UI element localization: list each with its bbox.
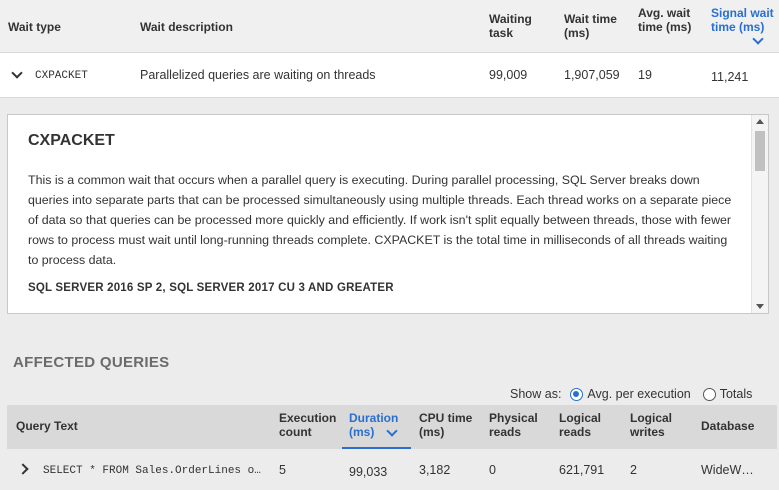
column-header-line: writes <box>630 425 665 439</box>
signal-wait-time-cell: 11,241 <box>711 70 749 84</box>
physical-reads-cell: 0 <box>489 463 496 477</box>
column-header-line: reads <box>489 425 522 439</box>
show-as-label: Show as: <box>510 387 562 401</box>
column-header-line: Logical <box>630 411 673 425</box>
option-label: Totals <box>719 387 753 401</box>
logical-writes-cell: 2 <box>630 463 637 477</box>
column-header-line: Execution <box>279 411 337 425</box>
column-header-database[interactable]: Database <box>701 419 754 433</box>
database-cell: WideW… <box>701 463 754 477</box>
column-header-physical-reads[interactable]: Physical reads <box>489 411 538 439</box>
column-header-line: Waiting <box>489 12 532 26</box>
waiting-task-cell: 99,009 <box>489 68 528 82</box>
column-header-cpu-time[interactable]: CPU time (ms) <box>419 411 472 439</box>
option-totals[interactable]: Totals <box>702 387 753 401</box>
column-header-line: reads <box>559 425 592 439</box>
query-text-cell: SELECT * FROM Sales.OrderLines o… <box>43 465 261 477</box>
column-header-avg-wait-time[interactable]: Avg. wait time (ms) <box>638 6 691 34</box>
queries-table-header: Query Text Execution count Duration (ms)… <box>7 405 777 449</box>
wait-description-panel: CXPACKET This is a common wait that occu… <box>7 114 769 314</box>
wait-description-cell: Parallelized queries are waiting on thre… <box>140 68 376 82</box>
column-header-wait-time[interactable]: Wait time (ms) <box>564 12 617 40</box>
affected-queries-title: AFFECTED QUERIES <box>13 354 170 371</box>
column-header-line: CPU time <box>419 411 473 425</box>
scrollbar-thumb[interactable] <box>755 131 765 171</box>
description-body: This is a common wait that occurs when a… <box>28 173 732 267</box>
waits-table-header: Wait type Wait description Waiting task … <box>0 0 779 53</box>
duration-cell: 99,033 <box>349 465 388 479</box>
version-heading: SQL SERVER 2016 SP 2, SQL SERVER 2017 CU… <box>28 282 394 294</box>
column-header-execution-count[interactable]: Execution count <box>279 411 336 439</box>
description-scrollbar[interactable] <box>751 115 768 313</box>
collapse-chevron-icon[interactable] <box>11 67 23 79</box>
description-content: CXPACKET This is a common wait that occu… <box>28 132 738 294</box>
query-row[interactable]: SELECT * FROM Sales.OrderLines o… 5 99,0… <box>7 449 777 490</box>
option-avg-per-execution[interactable]: Avg. per execution <box>570 387 691 401</box>
cpu-time-cell: 3,182 <box>419 463 451 477</box>
column-header-logical-reads[interactable]: Logical reads <box>559 411 601 439</box>
column-header-wait-description[interactable]: Wait description <box>140 20 233 34</box>
execution-count-cell: 5 <box>279 463 286 477</box>
column-header-waiting-task[interactable]: Waiting task <box>489 12 532 40</box>
column-header-signal-wait-time[interactable]: Signal wait time (ms) <box>711 6 774 34</box>
column-header-wait-type[interactable]: Wait type <box>8 20 61 34</box>
show-as-toggle: Show as: Avg. per execution Totals <box>510 386 752 402</box>
sort-descending-icon[interactable] <box>752 33 764 45</box>
wait-type-cell: CXPACKET <box>35 70 88 82</box>
column-header-line: time (ms) <box>711 20 765 34</box>
column-header-line: (ms) <box>419 425 445 439</box>
avg-wait-time-cell: 19 <box>638 68 652 82</box>
column-header-line: time (ms) <box>638 20 692 34</box>
column-header-line: Logical <box>559 411 602 425</box>
column-header-line: (ms) <box>564 26 590 40</box>
option-label: Avg. per execution <box>587 387 691 401</box>
affected-queries-table: Query Text Execution count Duration (ms)… <box>7 405 777 490</box>
description-title: CXPACKET <box>28 132 115 149</box>
scroll-down-arrow-icon[interactable] <box>756 304 764 309</box>
column-header-logical-writes[interactable]: Logical writes <box>630 411 672 439</box>
scroll-up-arrow-icon[interactable] <box>756 119 764 124</box>
expand-chevron-icon[interactable] <box>17 463 29 475</box>
wait-time-cell: 1,907,059 <box>564 68 620 82</box>
column-header-line: Signal wait <box>711 6 774 20</box>
logical-reads-cell: 621,791 <box>559 463 605 477</box>
wait-row[interactable]: CXPACKET Parallelized queries are waitin… <box>0 53 779 97</box>
column-header-line: Avg. wait <box>638 6 691 20</box>
column-header-line: Duration <box>349 411 399 425</box>
radio-checked-icon[interactable] <box>570 387 584 401</box>
column-header-line: task <box>489 26 514 40</box>
column-header-line: Wait time <box>564 12 617 26</box>
column-header-line: Physical <box>489 411 538 425</box>
column-header-query-text[interactable]: Query Text <box>16 419 78 433</box>
waits-table: Wait type Wait description Waiting task … <box>0 0 779 98</box>
column-header-line: count <box>279 425 312 439</box>
radio-unchecked-icon[interactable] <box>702 387 716 401</box>
